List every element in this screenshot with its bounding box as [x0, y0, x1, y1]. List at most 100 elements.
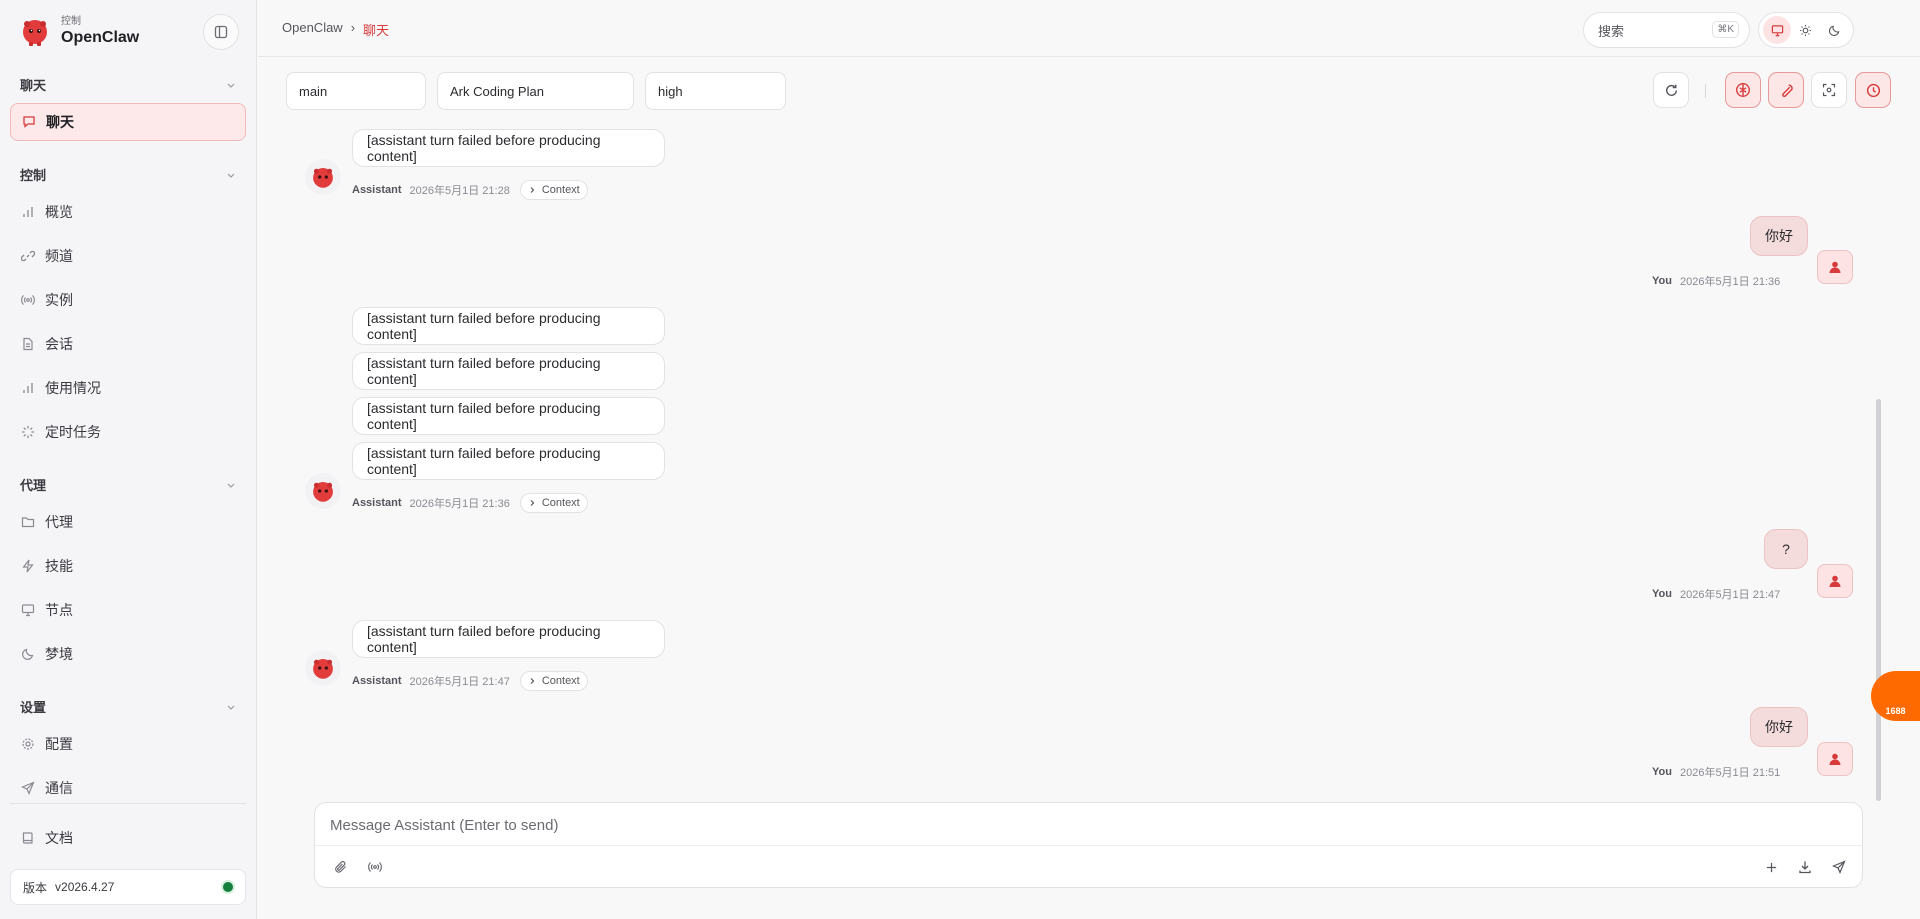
- sidebar-item-label: 使用情况: [45, 380, 101, 396]
- chevron-down-icon: [227, 483, 235, 488]
- sidebar-toggle-icon: [214, 25, 228, 39]
- attach-button[interactable]: [329, 855, 353, 879]
- user-message-bubble: ?: [1764, 529, 1808, 569]
- chevron-right-icon: [530, 678, 535, 684]
- message-meta: You 2026年5月1日 21:36: [1652, 273, 1780, 289]
- sidebar-item-docs[interactable]: 文档: [10, 819, 246, 857]
- user-avatar: [1817, 564, 1853, 598]
- export-button[interactable]: [1793, 855, 1817, 879]
- book-icon: [21, 831, 35, 845]
- agent-select-value: main: [299, 83, 328, 99]
- focus-icon: [1822, 83, 1836, 97]
- user-message-bubble: 你好: [1750, 216, 1808, 256]
- send-button[interactable]: [1827, 855, 1851, 879]
- sidebar-item-overview[interactable]: 概览: [10, 193, 246, 231]
- refresh-icon: [1665, 84, 1677, 96]
- message-meta: Assistant 2026年5月1日 21:28 Context: [352, 180, 588, 200]
- sidebar-item-chat[interactable]: 聊天: [10, 103, 246, 141]
- breadcrumb-separator: ›: [350, 20, 356, 35]
- broadcast-icon: [21, 293, 35, 307]
- sidebar-item-label: 聊天: [46, 114, 74, 130]
- new-chat-button[interactable]: [1759, 855, 1783, 879]
- assistant-avatar: [305, 650, 341, 686]
- sidebar-item-cron[interactable]: 定时任务: [10, 413, 246, 451]
- loader-icon: [21, 425, 35, 439]
- voice-button[interactable]: [363, 855, 387, 879]
- section-chat[interactable]: 聊天: [20, 75, 236, 94]
- context-button[interactable]: Context: [519, 493, 588, 513]
- thinking-select-value: high: [658, 83, 683, 99]
- context-button[interactable]: Context: [519, 180, 588, 200]
- search-placeholder: 搜索: [1598, 23, 1625, 39]
- section-control[interactable]: 控制: [20, 165, 236, 184]
- theme-light-button[interactable]: [1792, 16, 1820, 44]
- section-agent[interactable]: 代理: [20, 475, 236, 494]
- assistant-message-bubble: [assistant turn failed before producing …: [352, 129, 665, 167]
- sidebar-item-usage[interactable]: 使用情况: [10, 369, 246, 407]
- tools-toggle-button[interactable]: [1768, 72, 1804, 108]
- topbar: OpenClaw › 聊天 搜索 ⌘K: [258, 0, 1920, 57]
- theme-dark-button[interactable]: [1821, 16, 1849, 44]
- message-composer[interactable]: Message Assistant (Enter to send): [314, 802, 1863, 888]
- composer-divider: [315, 845, 1862, 846]
- model-select-value: Ark Coding Plan: [450, 83, 544, 99]
- brand[interactable]: 控制 OpenClaw: [18, 14, 139, 48]
- sidebar-item-sessions[interactable]: 会话: [10, 325, 246, 363]
- breadcrumb: OpenClaw › 聊天: [282, 20, 389, 39]
- message-time: 2026年5月1日 21:36: [409, 498, 510, 510]
- sidebar-item-skills[interactable]: 技能: [10, 547, 246, 585]
- sidebar-item-label: 节点: [45, 602, 73, 618]
- focus-mode-button[interactable]: [1811, 72, 1847, 108]
- chevron-down-icon: [227, 173, 235, 178]
- folder-icon: [21, 515, 35, 529]
- user-icon: [1829, 753, 1841, 765]
- assistant-message-bubble: [assistant turn failed before producing …: [352, 442, 665, 480]
- collapse-sidebar-button[interactable]: [203, 14, 239, 50]
- search-input[interactable]: 搜索 ⌘K: [1583, 12, 1750, 48]
- section-settings[interactable]: 设置: [20, 697, 236, 716]
- chevron-down-icon: [227, 705, 235, 710]
- message-meta: Assistant 2026年5月1日 21:47 Context: [352, 671, 588, 691]
- broadcast-icon: [368, 862, 382, 872]
- status-dot: [223, 882, 233, 892]
- sidebar-item-label: 配置: [45, 736, 73, 752]
- user-icon: [1829, 575, 1841, 587]
- refresh-button[interactable]: [1653, 72, 1689, 108]
- sidebar-item-nodes[interactable]: 节点: [10, 591, 246, 629]
- message-time: 2026年5月1日 21:51: [1679, 767, 1781, 779]
- monitor-icon: [21, 603, 35, 617]
- openclaw-logo: [23, 20, 47, 46]
- agent-select[interactable]: main: [286, 72, 426, 110]
- model-select[interactable]: Ark Coding Plan: [437, 72, 634, 110]
- history-toggle-button[interactable]: [1855, 72, 1891, 108]
- sidebar-item-label: 实例: [45, 292, 73, 308]
- message-time: 2026年5月1日 21:47: [1679, 589, 1781, 601]
- thinking-toggle-button[interactable]: [1725, 72, 1761, 108]
- sidebar-item-label: 技能: [45, 558, 73, 574]
- assistant-avatar: [305, 159, 341, 195]
- section-title: 控制: [20, 168, 47, 183]
- sidebar-item-config[interactable]: 配置: [10, 725, 246, 763]
- message-author: You: [1652, 588, 1672, 600]
- file-icon: [21, 337, 35, 351]
- sidebar-item-channels[interactable]: 频道: [10, 237, 246, 275]
- 1688-widget[interactable]: 1688: [1871, 671, 1920, 721]
- breadcrumb-root[interactable]: OpenClaw: [282, 20, 343, 39]
- context-label: Context: [541, 497, 580, 509]
- message-meta: You 2026年5月1日 21:47: [1652, 586, 1780, 602]
- sidebar-item-dreams[interactable]: 梦境: [10, 635, 246, 673]
- sidebar-item-instances[interactable]: 实例: [10, 281, 246, 319]
- theme-system-button[interactable]: [1763, 16, 1792, 44]
- sidebar-item-label: 代理: [45, 514, 73, 530]
- openclaw-logo: [313, 658, 333, 679]
- sidebar-item-comms[interactable]: 通信: [10, 769, 246, 807]
- message-meta: Assistant 2026年5月1日 21:36 Context: [352, 493, 588, 513]
- thinking-select[interactable]: high: [645, 72, 786, 110]
- chat-scrollbar[interactable]: [1876, 399, 1881, 801]
- openclaw-logo: [313, 167, 333, 188]
- message-time: 2026年5月1日 21:36: [1679, 276, 1781, 288]
- moon-icon: [1829, 25, 1840, 36]
- context-button[interactable]: Context: [519, 671, 588, 691]
- sidebar-item-agents[interactable]: 代理: [10, 503, 246, 541]
- zap-icon: [21, 559, 35, 573]
